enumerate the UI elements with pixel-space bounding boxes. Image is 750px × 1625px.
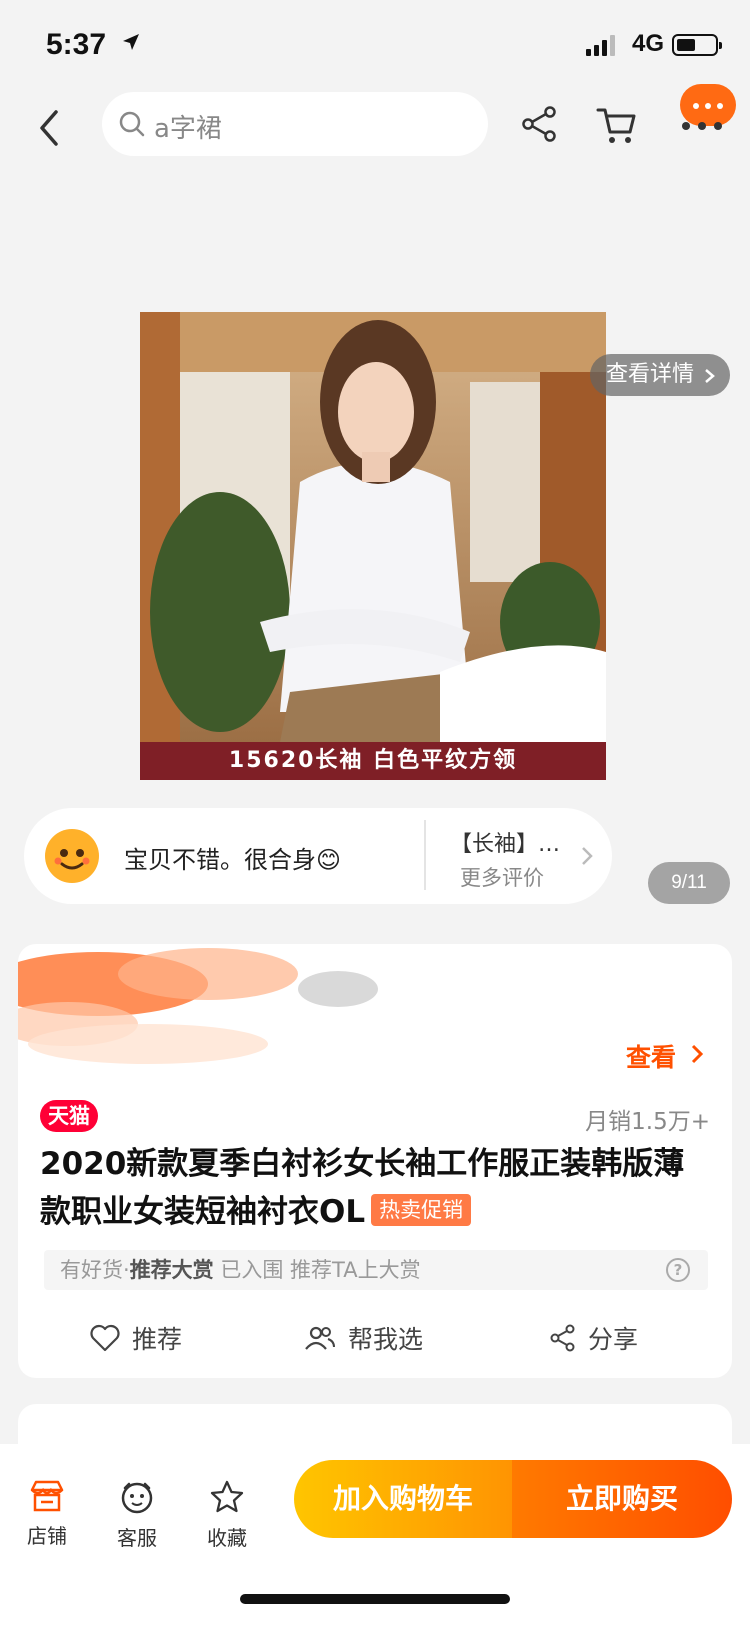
share-icon[interactable]	[520, 104, 560, 144]
search-input[interactable]: a字裙	[102, 92, 488, 156]
tab-store[interactable]: 店铺	[12, 1480, 82, 1549]
image-banner: 15620长袖 白色平纹方领	[140, 742, 606, 780]
status-bar: 5:37 4G	[0, 0, 750, 90]
view-details-label: 查看详情	[606, 362, 695, 387]
product-image[interactable]: 15620长袖 白色平纹方领	[140, 312, 606, 780]
search-icon	[119, 111, 145, 137]
tab-store-label: 店铺	[27, 1524, 67, 1548]
chevron-right-icon	[705, 369, 715, 383]
product-info-card: 查看 天猫 月销1.5万+ 2020新款夏季白衬衫女长袖工作服正装韩版薄款职业女…	[18, 944, 732, 1378]
heart-icon	[90, 1324, 120, 1352]
award-name: 推荐大赏	[129, 1258, 214, 1282]
message-badge-icon[interactable]	[680, 84, 736, 126]
cart-icon[interactable]	[596, 104, 638, 146]
redacted-price-area	[18, 948, 378, 1064]
recommend-button[interactable]: 推荐	[90, 1320, 182, 1356]
store-icon	[30, 1480, 64, 1512]
product-title: 2020新款夏季白衬衫女长袖工作服正装韩版薄款职业女装短袖衬衣OL 热卖促销	[40, 1140, 712, 1236]
buy-now-button[interactable]: 立即购买	[512, 1460, 732, 1538]
review-text: 宝贝不错。很合身😊	[124, 846, 342, 874]
award-suffix: 已入围 推荐TA上大赏	[213, 1258, 421, 1282]
view-details-button[interactable]: 查看详情	[590, 354, 730, 396]
chevron-right-icon	[691, 1044, 704, 1064]
help-me-choose-label: 帮我选	[348, 1325, 424, 1354]
hot-sale-tag: 热卖促销	[371, 1194, 472, 1226]
review-bubble[interactable]: 宝贝不错。很合身😊 【长袖】… 更多评价	[24, 808, 612, 904]
monthly-sales: 月销1.5万+	[585, 1109, 710, 1135]
location-arrow-icon	[123, 34, 139, 50]
share-icon	[550, 1324, 575, 1352]
award-banner[interactable]: 有好货·推荐大赏 已入围 推荐TA上大赏 ?	[44, 1250, 708, 1290]
share-label: 分享	[588, 1325, 639, 1354]
star-icon	[210, 1480, 244, 1513]
back-arrow-icon[interactable]	[30, 100, 70, 156]
tmall-badge: 天猫	[40, 1100, 98, 1132]
chevron-right-icon	[582, 847, 593, 865]
award-prefix: 有好货·	[60, 1258, 130, 1282]
product-photo-illustration	[140, 312, 606, 742]
share-button[interactable]: 分享	[550, 1320, 638, 1356]
action-row: 推荐 帮我选 分享	[18, 1310, 732, 1370]
more-menu-icon[interactable]	[682, 122, 722, 130]
tab-favorite-label: 收藏	[207, 1526, 247, 1550]
view-link-label: 查看	[626, 1043, 677, 1072]
view-link[interactable]: 查看	[626, 1038, 704, 1074]
tab-favorite[interactable]: 收藏	[192, 1480, 262, 1551]
bottom-action-bar: 店铺 客服 收藏 加入购物车 立即购买	[0, 1444, 750, 1625]
review-tag: 【长袖】…	[450, 832, 561, 857]
help-me-choose-button[interactable]: 帮我选	[304, 1320, 423, 1356]
tab-customer-service[interactable]: 客服	[102, 1480, 172, 1551]
people-icon	[305, 1326, 335, 1350]
reviewer-avatar	[45, 829, 99, 883]
more-reviews-link[interactable]: 更多评价	[460, 862, 544, 892]
gallery-page-indicator: 9/11	[648, 862, 730, 904]
add-to-cart-button[interactable]: 加入购物车	[294, 1460, 512, 1538]
help-icon[interactable]: ?	[666, 1258, 690, 1282]
status-time: 5:37	[46, 28, 107, 61]
cellular-signal-icon	[586, 34, 615, 56]
tab-customer-service-label: 客服	[117, 1526, 157, 1550]
recommend-label: 推荐	[132, 1325, 183, 1354]
product-title-text: 2020新款夏季白衬衫女长袖工作服正装韩版薄款职业女装短袖衬衣OL	[40, 1146, 685, 1230]
service-icon	[121, 1482, 153, 1514]
home-indicator	[240, 1594, 510, 1604]
search-placeholder: a字裙	[154, 114, 222, 144]
review-divider	[424, 820, 426, 890]
battery-icon	[672, 34, 722, 56]
network-type: 4G	[632, 30, 665, 57]
